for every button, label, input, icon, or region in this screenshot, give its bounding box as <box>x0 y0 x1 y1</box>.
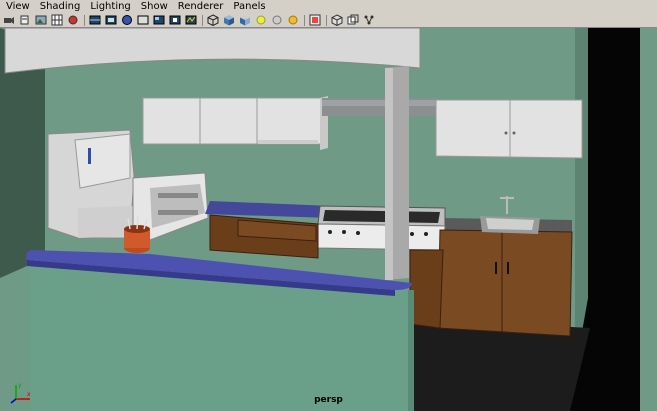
axis-y-label: y <box>18 382 22 389</box>
camera-name-label: persp <box>314 395 343 405</box>
resolution-gate-icon[interactable] <box>309 14 321 26</box>
support-column <box>385 66 409 280</box>
toolbar-separator <box>304 14 305 26</box>
toolbar-separator <box>326 14 327 26</box>
stove <box>317 205 446 251</box>
utensil-pot <box>124 215 150 253</box>
cube-wire-icon[interactable] <box>207 14 219 26</box>
grid-toggle-icon[interactable] <box>51 14 63 26</box>
selected-light-icon[interactable] <box>287 14 299 26</box>
lights-icon[interactable] <box>137 14 149 26</box>
wireframe-icon[interactable] <box>89 14 101 26</box>
upper-cabinets-left <box>142 96 328 150</box>
all-lights-icon[interactable] <box>271 14 283 26</box>
toolbar-separator <box>84 14 85 26</box>
xray-icon[interactable] <box>169 14 181 26</box>
isolate-icon[interactable] <box>185 14 197 26</box>
menu-renderer[interactable]: Renderer <box>173 0 229 13</box>
upper-cabinets-right <box>435 99 583 159</box>
right-wall <box>575 28 590 328</box>
film-gate-icon[interactable] <box>331 14 343 26</box>
snapshot-icon[interactable] <box>67 14 79 26</box>
right-wall-edge <box>640 28 657 411</box>
image-plane-icon[interactable] <box>35 14 47 26</box>
bookmark-icon[interactable] <box>19 14 31 26</box>
refrigerator <box>47 129 135 239</box>
shadows-icon[interactable] <box>153 14 165 26</box>
menu-panels[interactable]: Panels <box>228 0 270 13</box>
perspective-viewport[interactable]: x y persp <box>0 28 657 411</box>
channel-box-icon[interactable] <box>363 14 375 26</box>
menu-lighting[interactable]: Lighting <box>85 0 135 13</box>
camera-attributes-icon[interactable] <box>3 14 15 26</box>
smooth-shade-icon[interactable] <box>105 14 117 26</box>
toolbar-separator <box>202 14 203 26</box>
textured-icon[interactable] <box>121 14 133 26</box>
menu-shading[interactable]: Shading <box>35 0 86 13</box>
safe-action-icon[interactable] <box>347 14 359 26</box>
cube-shaded-icon[interactable] <box>223 14 235 26</box>
cube-textured-icon[interactable] <box>239 14 251 26</box>
panel-toolbar <box>0 13 657 28</box>
menu-show[interactable]: Show <box>136 0 173 13</box>
kitchen-scene[interactable] <box>0 28 657 411</box>
panel-menu-bar: View Shading Lighting Show Renderer Pane… <box>0 0 657 13</box>
default-light-icon[interactable] <box>255 14 267 26</box>
menu-view[interactable]: View <box>0 0 35 13</box>
